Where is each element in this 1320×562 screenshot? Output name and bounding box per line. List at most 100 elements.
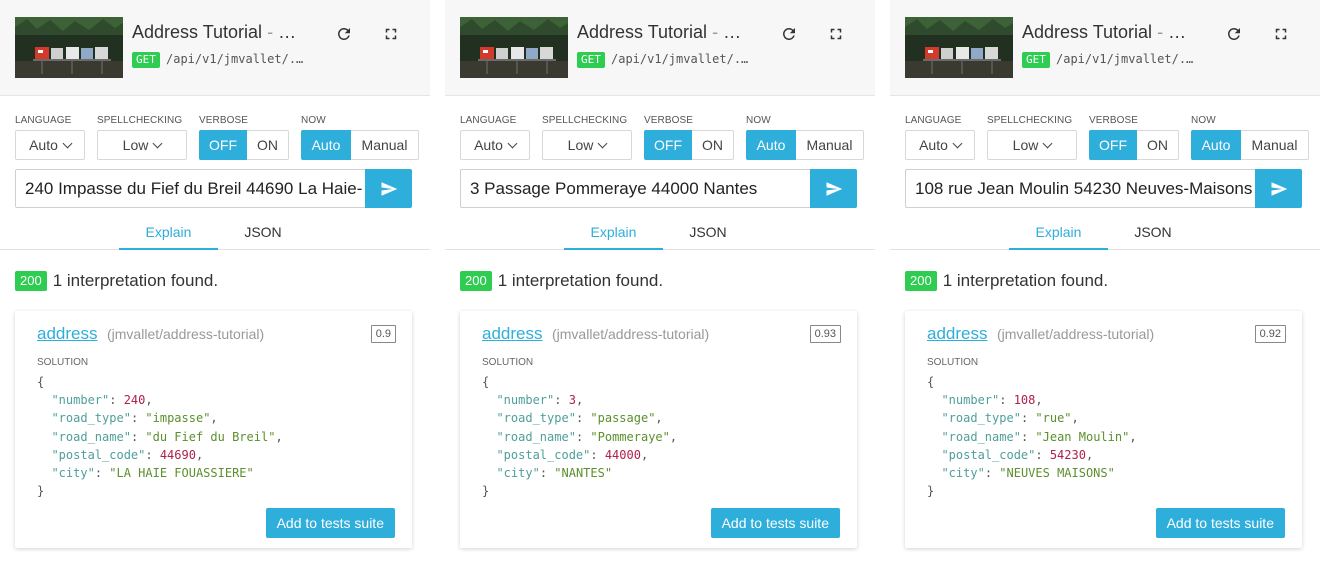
intent-source: (jmvallet/address-tutorial) — [997, 326, 1155, 342]
add-to-tests-button[interactable]: Add to tests suite — [710, 508, 840, 538]
refresh-icon[interactable] — [780, 25, 798, 43]
json-value: "Jean Moulin" — [1035, 429, 1130, 444]
language-option: LANGUAGE Auto — [460, 115, 530, 160]
json-value: "impasse" — [145, 411, 211, 426]
spellchecking-value: Low — [122, 137, 149, 153]
verbose-off-button[interactable]: OFF — [199, 130, 247, 160]
add-to-tests-button[interactable]: Add to tests suite — [265, 508, 395, 538]
result-tabs: Explain JSON — [890, 222, 1320, 250]
verbose-option: VERBOSE OFF ON — [644, 115, 734, 160]
spellchecking-select[interactable]: Low — [542, 130, 632, 160]
language-select[interactable]: Auto — [905, 130, 975, 160]
now-manual-button[interactable]: Manual — [351, 130, 419, 160]
query-input[interactable]: 240 Impasse du Fief du Breil 44690 La Ha… — [15, 169, 365, 208]
json-key: "city" — [941, 466, 985, 481]
chevron-down-icon — [152, 138, 163, 148]
http-method-badge: GET — [132, 52, 160, 68]
intent-link[interactable]: address — [37, 324, 97, 344]
json-close-brace: } — [37, 484, 45, 499]
panel-header: Address Tutorial - Co... GET /api/v1/jmv… — [0, 0, 430, 96]
json-key: "number" — [51, 393, 110, 408]
json-close-brace: } — [927, 484, 935, 499]
tab-json[interactable]: JSON — [663, 222, 753, 250]
solution-json: { "number": 108, "road_type": "rue", "ro… — [927, 373, 1137, 500]
fullscreen-icon[interactable] — [382, 25, 400, 43]
now-toggle: Auto Manual — [1191, 130, 1309, 160]
refresh-icon[interactable] — [1225, 25, 1243, 43]
verbose-on-button[interactable]: ON — [247, 130, 289, 160]
intent-link[interactable]: address — [927, 324, 987, 344]
query-input[interactable]: 3 Passage Pommeraye 44000 Nantes — [460, 169, 810, 208]
json-line: "city": "NEUVES MAISONS" — [941, 466, 1115, 481]
mailbox-thumbnail — [905, 17, 1013, 78]
status-text: 1 interpretation found. — [942, 271, 1109, 290]
json-line: "road_name": "Pommeraye", — [496, 429, 678, 444]
json-value: "NEUVES MAISONS" — [999, 466, 1115, 481]
json-value: 54230 — [1049, 447, 1086, 462]
spellchecking-value: Low — [1012, 137, 1039, 153]
spellchecking-label: SPELLCHECKING — [987, 115, 1073, 126]
json-line: "number": 3, — [496, 393, 584, 408]
send-button[interactable] — [810, 169, 857, 208]
spellchecking-label: SPELLCHECKING — [542, 115, 628, 126]
json-key: "road_name" — [941, 429, 1021, 444]
tab-explain[interactable]: Explain — [564, 222, 663, 250]
language-value: Auto — [474, 137, 503, 153]
now-auto-button[interactable]: Auto — [301, 130, 351, 160]
tab-json[interactable]: JSON — [1108, 222, 1198, 250]
json-value: "du Fief du Breil" — [145, 429, 276, 444]
json-line: "number": 108, — [941, 393, 1043, 408]
agent-title-main: Address Tutorial — [1022, 22, 1153, 42]
language-select[interactable]: Auto — [460, 130, 530, 160]
verbose-on-button[interactable]: ON — [692, 130, 734, 160]
tab-explain[interactable]: Explain — [1009, 222, 1108, 250]
json-line: "road_type": "impasse", — [51, 411, 218, 426]
http-method-badge: GET — [577, 52, 605, 68]
tab-json[interactable]: JSON — [218, 222, 308, 250]
refresh-icon[interactable] — [335, 25, 353, 43]
now-label: NOW — [301, 115, 326, 126]
fullscreen-icon[interactable] — [827, 25, 845, 43]
tab-explain[interactable]: Explain — [119, 222, 218, 250]
spellchecking-select[interactable]: Low — [987, 130, 1077, 160]
json-line: "road_type": "rue", — [941, 411, 1079, 426]
send-button[interactable] — [1255, 169, 1302, 208]
chevron-down-icon — [597, 138, 608, 148]
intent-link[interactable]: address — [482, 324, 542, 344]
status-code-badge: 200 — [15, 271, 47, 291]
verbose-on-button[interactable]: ON — [1137, 130, 1179, 160]
verbose-off-button[interactable]: OFF — [1089, 130, 1137, 160]
json-value: 108 — [1013, 393, 1036, 408]
language-select[interactable]: Auto — [15, 130, 85, 160]
solution-label: SOLUTION — [482, 357, 534, 368]
verbose-off-button[interactable]: OFF — [644, 130, 692, 160]
json-open-brace: { — [482, 375, 490, 389]
query-input[interactable]: 108 rue Jean Moulin 54230 Neuves-Maisons — [905, 169, 1255, 208]
language-label: LANGUAGE — [460, 115, 517, 126]
console-panel: Address Tutorial - Co... GET /api/v1/jmv… — [445, 0, 875, 562]
spellchecking-select[interactable]: Low — [97, 130, 187, 160]
spellchecking-option: SPELLCHECKING Low — [542, 115, 632, 160]
solution-label: SOLUTION — [37, 357, 89, 368]
json-open-brace: { — [37, 375, 45, 389]
status-code-badge: 200 — [905, 271, 937, 291]
now-auto-button[interactable]: Auto — [1191, 130, 1241, 160]
language-value: Auto — [29, 137, 58, 153]
now-label: NOW — [1191, 115, 1216, 126]
agent-title: Address Tutorial - Co... — [577, 22, 749, 43]
agent-title: Address Tutorial - Co... — [1022, 22, 1194, 43]
add-to-tests-button[interactable]: Add to tests suite — [1155, 508, 1285, 538]
now-manual-button[interactable]: Manual — [796, 130, 864, 160]
now-manual-button[interactable]: Manual — [1241, 130, 1309, 160]
send-button[interactable] — [365, 169, 412, 208]
verbose-toggle: OFF ON — [199, 130, 289, 160]
now-auto-button[interactable]: Auto — [746, 130, 796, 160]
fullscreen-icon[interactable] — [1272, 25, 1290, 43]
json-line: "city": "LA HAIE FOUASSIERE" — [51, 466, 254, 481]
score-badge: 0.9 — [370, 325, 396, 343]
chevron-down-icon — [507, 138, 518, 148]
status-text: 1 interpretation found. — [52, 271, 219, 290]
json-key: "city" — [496, 466, 540, 481]
language-label: LANGUAGE — [15, 115, 72, 126]
console-panel: Address Tutorial - Co... GET /api/v1/jmv… — [890, 0, 1320, 562]
